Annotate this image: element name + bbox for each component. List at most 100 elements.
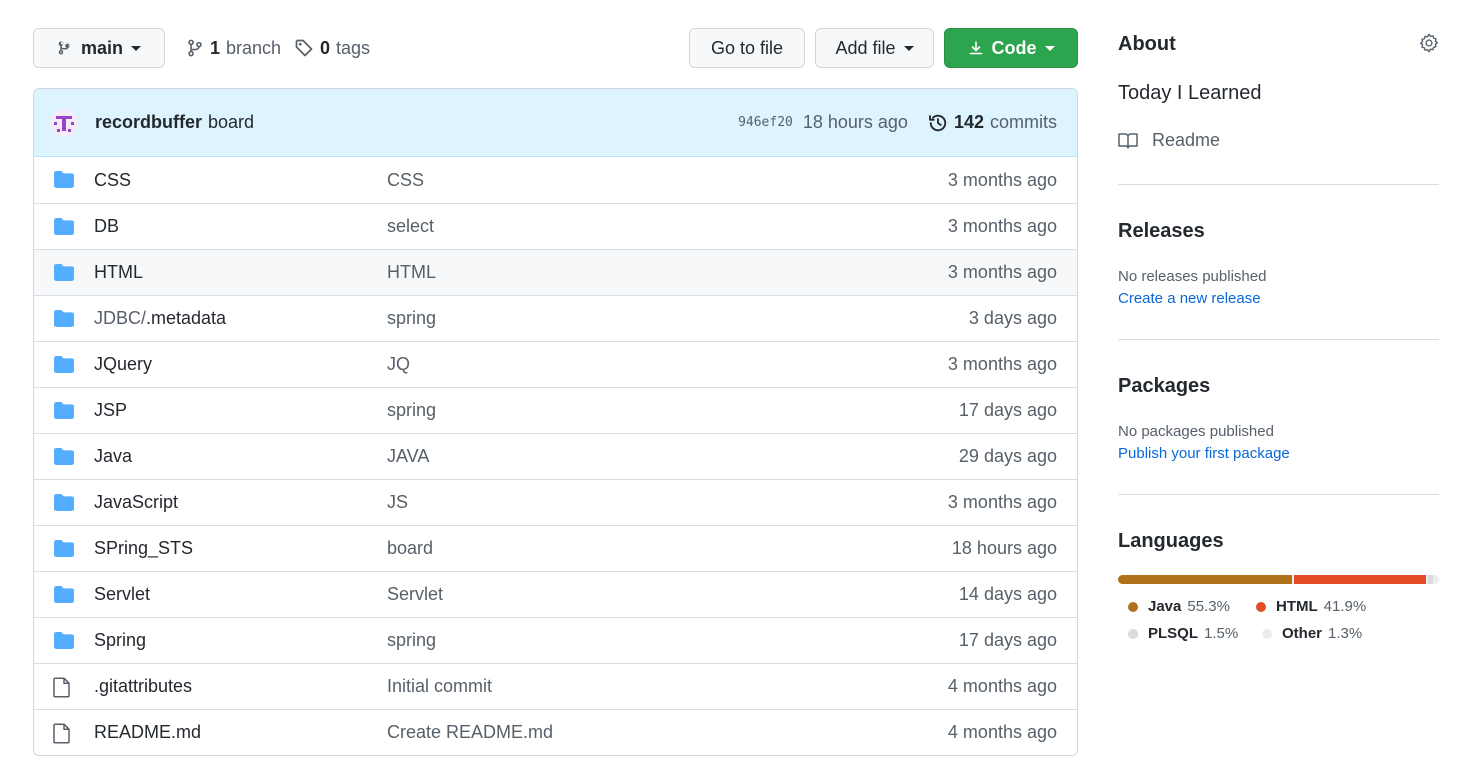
file-name-link[interactable]: JavaScript <box>94 492 178 513</box>
file-name-link[interactable]: .gitattributes <box>94 676 192 697</box>
language-item[interactable]: PLSQL 1.5% <box>1128 625 1238 642</box>
language-bar-segment <box>1118 575 1293 584</box>
file-name-prefix: Servlet <box>94 584 151 604</box>
chevron-down-icon <box>903 45 914 51</box>
code-button[interactable]: Code <box>944 28 1078 68</box>
file-name-link[interactable]: Java <box>94 446 132 467</box>
file-row[interactable]: Java JAVA 29 days ago <box>34 433 1077 479</box>
folder-icon <box>53 539 75 563</box>
file-row[interactable]: JSP spring 17 days ago <box>34 387 1077 433</box>
file-row[interactable]: SPring_STS board 18 hours ago <box>34 525 1077 571</box>
language-percent: 41.9% <box>1323 598 1367 615</box>
file-row[interactable]: Spring spring 17 days ago <box>34 617 1077 663</box>
file-row[interactable]: JavaScript JS 3 months ago <box>34 479 1077 525</box>
add-file-button[interactable]: Add file <box>815 28 934 68</box>
language-item[interactable]: Java 55.3% <box>1128 598 1230 615</box>
folder-icon <box>53 217 75 241</box>
file-name-link[interactable]: JDBC/.metadata <box>94 308 226 329</box>
commit-history-link[interactable]: 142 commits <box>928 112 1057 133</box>
folder-icon <box>53 263 75 287</box>
file-name-link[interactable]: CSS <box>94 170 131 191</box>
avatar[interactable] <box>50 108 78 137</box>
commit-message-link[interactable]: select <box>387 216 434 237</box>
publish-package-link[interactable]: Publish your first package <box>1118 445 1290 462</box>
language-name: PLSQL <box>1148 625 1199 642</box>
commit-age: 14 days ago <box>958 584 1057 604</box>
file-name-prefix: JavaScript <box>94 492 179 512</box>
commit-message-link[interactable]: board <box>208 112 254 133</box>
commit-author-link[interactable]: recordbuffer <box>95 112 202 133</box>
file-row[interactable]: JDBC/.metadata spring 3 days ago <box>34 295 1077 341</box>
create-release-link[interactable]: Create a new release <box>1118 290 1261 307</box>
file-row[interactable]: Servlet Servlet 14 days ago <box>34 571 1077 617</box>
file-icon <box>53 723 71 749</box>
packages-heading[interactable]: Packages <box>1118 375 1210 398</box>
history-icon <box>929 114 947 131</box>
commit-message-link[interactable]: Servlet <box>387 584 443 605</box>
file-name-link[interactable]: Servlet <box>94 584 150 605</box>
about-heading: About <box>1118 33 1176 55</box>
language-bar-segment <box>1434 575 1439 584</box>
commit-message-link[interactable]: JAVA <box>387 446 429 467</box>
file-name-prefix: Spring <box>94 630 147 650</box>
languages-heading: Languages <box>1118 530 1224 552</box>
commit-message-link[interactable]: board <box>387 538 433 559</box>
commit-message-link[interactable]: Initial commit <box>387 676 492 697</box>
branches-link[interactable]: 1 branch <box>186 28 281 68</box>
file-row[interactable]: DB select 3 months ago <box>34 203 1077 249</box>
file-name-link[interactable]: HTML <box>94 262 143 283</box>
commit-message-link[interactable]: spring <box>387 308 436 329</box>
file-name-link[interactable]: JQuery <box>94 354 152 375</box>
file-name-link[interactable]: SPring_STS <box>94 538 193 559</box>
file-name-link[interactable]: DB <box>94 216 119 237</box>
commit-message-link[interactable]: Create README.md <box>387 722 553 743</box>
file-row[interactable]: .gitattributes Initial commit 4 months ago <box>34 663 1077 709</box>
repo-description: Today I Learned <box>1118 82 1262 104</box>
branch-select-button[interactable]: main <box>33 28 165 68</box>
commit-message-link[interactable]: JS <box>387 492 408 513</box>
file-name-prefix: JQuery <box>94 354 153 374</box>
file-name-link[interactable]: README.md <box>94 722 201 743</box>
tag-count: 0 <box>320 37 331 58</box>
language-bar-segment <box>1428 575 1433 584</box>
file-name-prefix: DB <box>94 216 120 236</box>
language-item[interactable]: HTML 41.9% <box>1256 598 1366 615</box>
commit-sha-link[interactable]: 946ef20 <box>738 115 793 130</box>
language-percent: 1.3% <box>1328 625 1363 642</box>
file-row[interactable]: CSS CSS 3 months ago <box>34 157 1077 203</box>
readme-link[interactable]: Readme <box>1118 130 1220 151</box>
commit-message-link[interactable]: HTML <box>387 262 436 283</box>
file-name-prefix: HTML <box>94 262 143 282</box>
commit-message-link[interactable]: CSS <box>387 170 424 191</box>
packages-note: No packages published <box>1118 423 1274 440</box>
language-item[interactable]: Other 1.3% <box>1262 625 1362 642</box>
file-row[interactable]: README.md Create README.md 4 months ago <box>34 709 1077 755</box>
file-name-prefix: CSS <box>94 169 132 190</box>
releases-heading[interactable]: Releases <box>1118 220 1205 243</box>
commit-count: 142 <box>953 112 984 132</box>
file-row[interactable]: HTML HTML 3 months ago <box>34 249 1077 295</box>
commit-message-link[interactable]: spring <box>387 400 436 421</box>
commit-message-link[interactable]: spring <box>387 630 436 651</box>
file-name-link[interactable]: Spring <box>94 630 146 651</box>
latest-commit-bar: recordbuffer board 946ef20 18 hours ago … <box>34 89 1077 157</box>
file-name-link[interactable]: JSP <box>94 400 127 421</box>
file-name-prefix: .gitattributes <box>94 676 193 696</box>
language-color-dot <box>1262 628 1272 639</box>
chevron-down-icon <box>131 45 141 51</box>
language-percent: 55.3% <box>1187 598 1230 615</box>
file-row[interactable]: JQuery JQ 3 months ago <box>34 341 1077 387</box>
gear-icon[interactable] <box>1418 32 1440 54</box>
folder-icon <box>53 170 75 194</box>
git-branch-icon <box>58 41 70 55</box>
commit-age: 3 months ago <box>947 216 1057 236</box>
go-to-file-button[interactable]: Go to file <box>689 28 805 68</box>
tags-link[interactable]: 0 tags <box>294 28 370 68</box>
language-bar-segment <box>1294 575 1427 584</box>
language-name: Other <box>1282 625 1323 642</box>
file-rows: CSS CSS 3 months ago DB select 3 months ago HT… <box>34 157 1077 755</box>
commit-message-link[interactable]: JQ <box>387 354 410 375</box>
commit-age: 3 months ago <box>947 169 1057 190</box>
language-color-dot <box>1128 601 1138 612</box>
commit-age: 3 months ago <box>947 262 1057 282</box>
